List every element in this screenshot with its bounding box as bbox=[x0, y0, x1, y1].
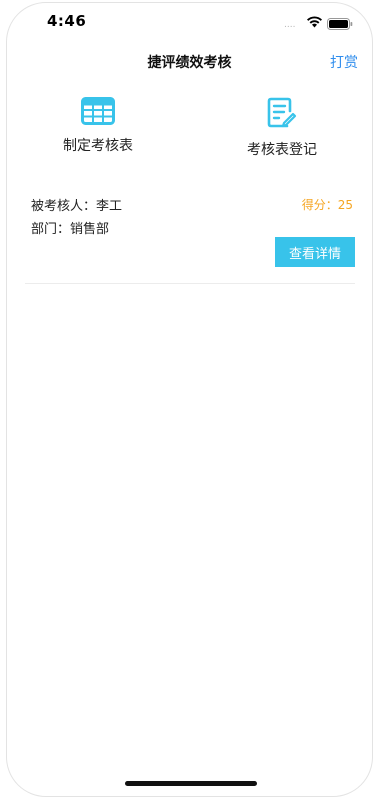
nav-bar: 捷评绩效考核 打赏 bbox=[7, 43, 372, 79]
battery-icon bbox=[327, 15, 353, 34]
divider bbox=[25, 283, 355, 284]
wifi-icon bbox=[306, 13, 323, 32]
register-form-label: 考核表登记 bbox=[247, 142, 317, 158]
create-form-button[interactable]: 制定考核表 bbox=[23, 97, 173, 165]
assessment-record: 被考核人：李工 部门：销售部 得分：25 查看详情 bbox=[25, 191, 357, 283]
table-icon bbox=[23, 97, 173, 125]
home-indicator[interactable] bbox=[125, 781, 257, 786]
action-grid: 制定考核表 考核表登记 bbox=[7, 97, 372, 167]
status-bar: 4:46 .... bbox=[7, 3, 372, 39]
status-time: 4:46 bbox=[47, 12, 87, 30]
assessee-name: 被考核人：李工 bbox=[31, 199, 123, 214]
edit-document-icon bbox=[207, 97, 357, 129]
reward-button[interactable]: 打赏 bbox=[330, 52, 358, 72]
score-label: 得分：25 bbox=[301, 198, 353, 212]
register-form-button[interactable]: 考核表登记 bbox=[207, 97, 357, 165]
page-title: 捷评绩效考核 bbox=[147, 55, 232, 71]
view-details-button[interactable]: 查看详情 bbox=[275, 237, 355, 267]
signal-icon: .... bbox=[284, 20, 296, 30]
department: 部门：销售部 bbox=[31, 222, 110, 237]
phone-screen: 4:46 .... 捷评绩效考核 打赏 制定考核表 考核表登记 被考核人：李工 … bbox=[6, 2, 373, 797]
create-form-label: 制定考核表 bbox=[63, 138, 133, 154]
